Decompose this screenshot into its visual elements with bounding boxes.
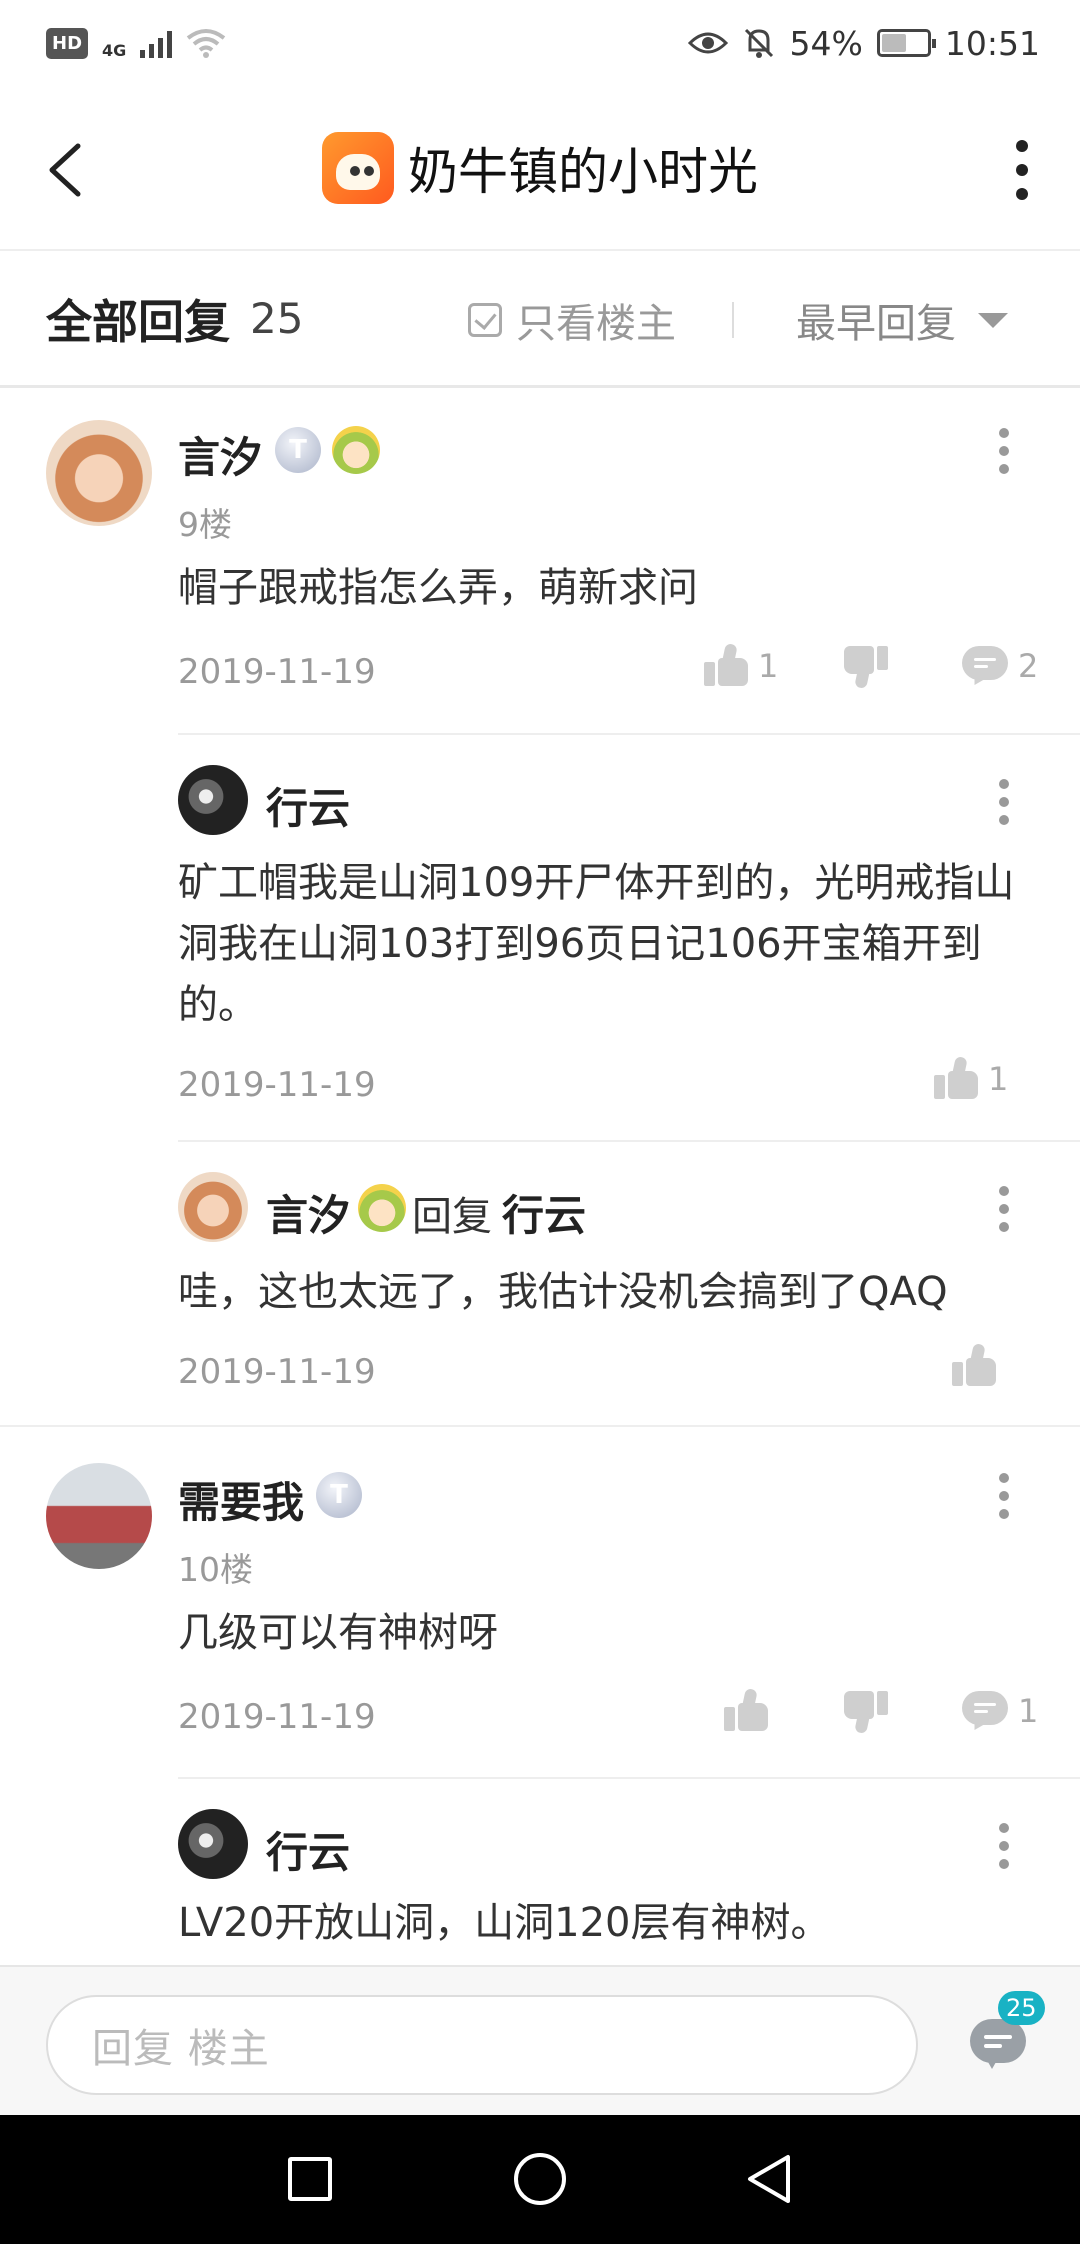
character-badge-icon — [358, 1184, 406, 1232]
nav-back-icon[interactable] — [744, 2153, 796, 2205]
sub-reply-item: 行云 LV20开放山洞，山洞120层有神树。 — [0, 1779, 1080, 1965]
mute-bell-icon — [744, 28, 773, 58]
thumb-down-icon — [844, 644, 888, 690]
username[interactable]: 行云 — [266, 1819, 350, 1880]
reply-word: 回复 — [412, 1194, 492, 1240]
recent-apps-icon[interactable] — [288, 2157, 332, 2201]
more-options-icon[interactable] — [998, 1186, 1010, 1232]
comment-content: 帽子跟戒指怎么弄，萌新求问 — [178, 565, 698, 611]
checkbox-icon[interactable] — [468, 303, 502, 337]
thumb-up-icon — [934, 1055, 978, 1101]
reply-date: 2019-11-19 — [178, 1352, 376, 1392]
reply-count: 25 — [250, 294, 304, 343]
clock: 10:51 — [944, 23, 1040, 63]
page-title: 奶牛镇的小时光 — [408, 142, 758, 201]
sort-label: 最早回复 — [796, 301, 956, 347]
reply-input[interactable]: 回复 楼主 — [46, 1995, 918, 2095]
app-icon — [322, 131, 394, 204]
level-badge-icon: T — [275, 427, 321, 473]
more-vertical-icon[interactable] — [1012, 140, 1032, 200]
reply-date: 2019-11-19 — [178, 1065, 376, 1105]
eye-icon — [687, 32, 728, 54]
like-button[interactable] — [952, 1342, 996, 1388]
wifi-icon — [187, 29, 226, 58]
more-options-icon[interactable] — [998, 1823, 1010, 1869]
thumb-down-icon — [844, 1689, 888, 1735]
status-bar: HD 4G 54% 10:51 — [0, 0, 1080, 86]
username[interactable]: 言汐 — [266, 1182, 350, 1243]
avatar[interactable] — [46, 420, 152, 526]
comment-content: 几级可以有神树呀 — [178, 1610, 498, 1656]
floor-number: 10楼 — [178, 1550, 253, 1589]
battery-percent: 54% — [789, 23, 863, 63]
floor-number: 9楼 — [178, 505, 232, 544]
dislike-button[interactable] — [844, 1689, 888, 1735]
reply-count: 1 — [1018, 1692, 1039, 1730]
battery-icon — [876, 29, 936, 57]
reply-count-button[interactable]: 1 — [962, 1691, 1039, 1735]
like-button[interactable]: 1 — [704, 642, 779, 688]
username[interactable]: 需要我 — [178, 1469, 304, 1530]
level-badge-icon: T — [316, 1472, 362, 1518]
comment-item: 需要我 T 10楼 几级可以有神树呀 2019-11-19 1 — [0, 1427, 1080, 1775]
header: 奶牛镇的小时光 — [0, 86, 1080, 251]
sort-dropdown[interactable]: 最早回复 — [796, 252, 1008, 388]
reply-bar: 回复 楼主 25 — [0, 1965, 1080, 2115]
comments-list-icon[interactable] — [970, 2019, 1026, 2075]
thumb-up-icon — [724, 1687, 768, 1733]
comment-count-badge: 25 — [998, 1991, 1045, 2025]
only-op-label: 只看楼主 — [516, 301, 676, 347]
divider — [732, 302, 734, 338]
reply-content: 矿工帽我是山洞109开尸体开到的，光明戒指山洞我在山洞103打到96页日记106… — [178, 860, 1015, 1028]
more-options-icon[interactable] — [998, 1473, 1010, 1519]
back-arrow-icon[interactable] — [44, 140, 88, 200]
like-count: 1 — [988, 1060, 1009, 1098]
comment-bubble-icon — [962, 1691, 1008, 1735]
all-replies-label: 全部回复 — [46, 294, 230, 349]
thumb-up-icon — [704, 642, 748, 688]
comment-bubble-icon — [962, 646, 1008, 690]
system-nav-bar — [0, 2115, 1080, 2244]
avatar[interactable] — [178, 1809, 248, 1879]
character-badge-icon — [332, 426, 380, 474]
more-options-icon[interactable] — [998, 428, 1010, 474]
reply-count-button[interactable]: 2 — [962, 646, 1039, 690]
dislike-button[interactable] — [844, 644, 888, 690]
reply-target-username[interactable]: 行云 — [502, 1182, 586, 1243]
thumb-up-icon — [952, 1342, 996, 1388]
home-icon[interactable] — [514, 2153, 566, 2205]
comment-date: 2019-11-19 — [178, 652, 376, 692]
avatar[interactable] — [46, 1463, 152, 1569]
reply-count: 2 — [1018, 647, 1039, 685]
sub-reply-item: 言汐 回复 行云 哇，这也太远了，我估计没机会搞到了QAQ 2019-11-19 — [0, 1142, 1080, 1422]
comment-item: 言汐 T 9楼 帽子跟戒指怎么弄，萌新求问 2019-11-19 1 2 — [0, 390, 1080, 710]
sub-reply-item: 行云 矿工帽我是山洞109开尸体开到的，光明戒指山洞我在山洞103打到96页日记… — [0, 735, 1080, 1140]
reply-content: 哇，这也太远了，我估计没机会搞到了QAQ — [178, 1269, 948, 1315]
username[interactable]: 言汐 — [178, 424, 262, 485]
filter-bar: 全部回复 25 只看楼主 最早回复 — [0, 252, 1080, 388]
avatar[interactable] — [178, 1172, 248, 1242]
network-type: 4G — [102, 40, 127, 60]
more-options-icon[interactable] — [998, 779, 1010, 825]
like-count: 1 — [758, 647, 779, 685]
like-button[interactable] — [724, 1687, 768, 1733]
signal-icon — [140, 28, 173, 58]
like-button[interactable]: 1 — [934, 1055, 1009, 1101]
avatar[interactable] — [178, 765, 248, 835]
reply-content: LV20开放山洞，山洞120层有神树。 — [178, 1900, 831, 1946]
username[interactable]: 行云 — [266, 775, 350, 836]
only-op-toggle[interactable]: 只看楼主 — [468, 252, 676, 388]
dropdown-triangle-icon — [978, 312, 1008, 328]
comment-date: 2019-11-19 — [178, 1697, 376, 1737]
hd-indicator: HD — [46, 27, 89, 59]
